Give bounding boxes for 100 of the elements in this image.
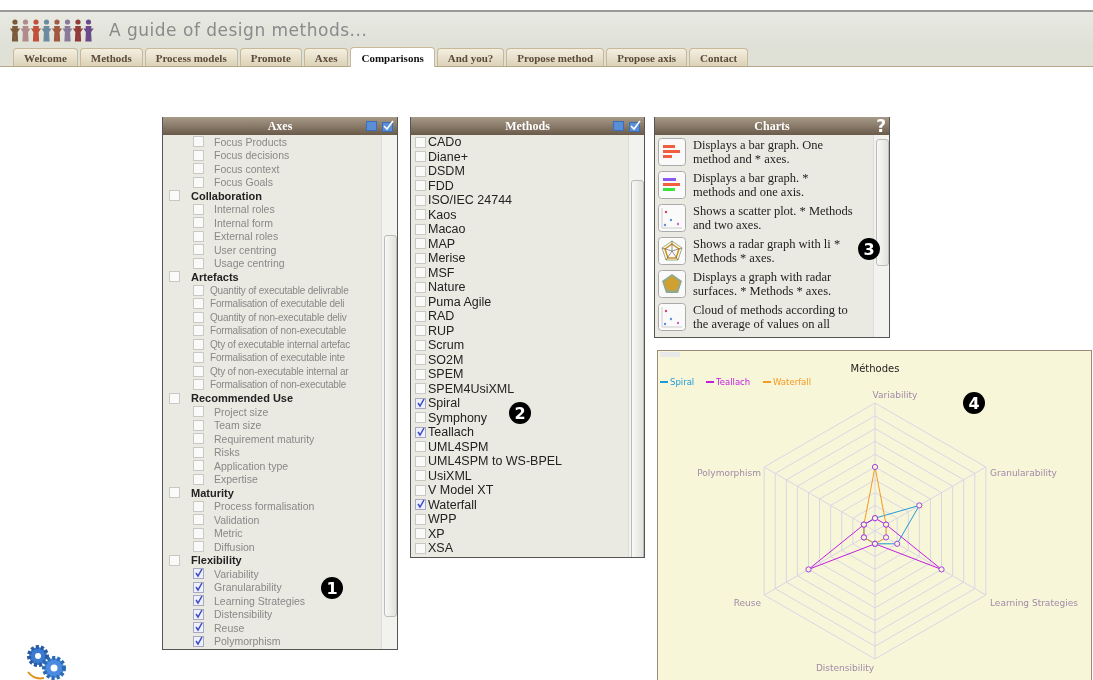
- checkbox[interactable]: [193, 136, 204, 148]
- checkbox[interactable]: [193, 338, 204, 350]
- nav-tab[interactable]: And you?: [436, 48, 505, 66]
- checkbox[interactable]: [415, 209, 426, 221]
- checkbox[interactable]: [193, 284, 204, 296]
- checkbox[interactable]: [415, 136, 426, 148]
- checkbox[interactable]: [193, 622, 204, 634]
- checkbox[interactable]: [193, 433, 204, 445]
- checkbox[interactable]: [415, 339, 426, 351]
- deselect-all-icon[interactable]: [366, 120, 377, 131]
- checkbox[interactable]: [193, 379, 204, 391]
- scrollbar[interactable]: [628, 135, 644, 557]
- checkbox[interactable]: [415, 528, 426, 540]
- checkbox[interactable]: [415, 368, 426, 380]
- checkbox[interactable]: [415, 238, 426, 250]
- scatter-chart-icon[interactable]: [658, 204, 686, 232]
- checkbox[interactable]: [415, 441, 426, 453]
- checkbox[interactable]: [169, 190, 180, 202]
- checkbox[interactable]: [193, 514, 204, 526]
- checkbox[interactable]: [193, 446, 204, 458]
- checkbox[interactable]: [193, 473, 204, 485]
- checkbox[interactable]: [415, 513, 426, 525]
- axis-label: Internal roles: [214, 203, 275, 216]
- axis-label: Qty of executable internal artefac: [210, 338, 350, 350]
- checkbox[interactable]: [415, 223, 426, 235]
- checkbox[interactable]: [193, 500, 204, 512]
- checkbox[interactable]: [193, 541, 204, 553]
- scatter-chart-icon[interactable]: [658, 303, 686, 331]
- checkbox[interactable]: [193, 635, 204, 647]
- checkbox[interactable]: [415, 397, 426, 409]
- checkbox[interactable]: [415, 383, 426, 395]
- axis-label: Variability: [214, 567, 259, 580]
- checkbox[interactable]: [415, 455, 426, 467]
- bar-chart-icon[interactable]: [658, 138, 686, 166]
- checkbox[interactable]: [193, 581, 204, 593]
- checkbox[interactable]: [193, 244, 204, 256]
- toggle-handle[interactable]: [660, 352, 680, 357]
- checkbox[interactable]: [415, 267, 426, 279]
- chart-description: Shows a scatter plot. * Methods and two axes.: [693, 204, 853, 232]
- checkbox[interactable]: [193, 257, 204, 269]
- checkbox[interactable]: [415, 325, 426, 337]
- nav-tab[interactable]: Welcome: [13, 48, 78, 66]
- checkbox[interactable]: [415, 412, 426, 424]
- checkbox[interactable]: [415, 354, 426, 366]
- checkbox[interactable]: [415, 470, 426, 482]
- checkbox[interactable]: [193, 568, 204, 580]
- nav-tab[interactable]: Propose axis: [606, 48, 687, 66]
- checkbox[interactable]: [415, 426, 426, 438]
- checkbox[interactable]: [415, 252, 426, 264]
- help-button[interactable]: ?: [876, 116, 886, 136]
- scrollbar[interactable]: [381, 135, 397, 649]
- checkbox[interactable]: [415, 310, 426, 322]
- select-all-icon[interactable]: [382, 120, 394, 132]
- checkbox[interactable]: [415, 194, 426, 206]
- checkbox[interactable]: [193, 298, 204, 310]
- checkbox[interactable]: [193, 608, 204, 620]
- checkbox[interactable]: [193, 176, 204, 188]
- checkbox[interactable]: [193, 325, 204, 337]
- checkbox[interactable]: [415, 180, 426, 192]
- checkbox[interactable]: [193, 527, 204, 539]
- checkbox[interactable]: [169, 554, 180, 566]
- checkbox[interactable]: [193, 595, 204, 607]
- radar-chart-icon[interactable]: [658, 270, 686, 298]
- checkbox[interactable]: [193, 203, 204, 215]
- checkbox[interactable]: [193, 419, 204, 431]
- checkbox[interactable]: [193, 352, 204, 364]
- checkbox[interactable]: [193, 311, 204, 323]
- nav-tab[interactable]: Process models: [144, 48, 238, 66]
- checkbox[interactable]: [415, 499, 426, 511]
- checkbox[interactable]: [415, 296, 426, 308]
- scrollbar[interactable]: [873, 135, 889, 337]
- nav-tab[interactable]: Promote: [239, 48, 302, 66]
- checkbox[interactable]: [193, 217, 204, 229]
- checkbox[interactable]: [169, 392, 180, 404]
- checkbox[interactable]: [193, 365, 204, 377]
- nav-tab[interactable]: Axes: [303, 48, 349, 66]
- axis-label: Reuse: [214, 621, 245, 634]
- checkbox[interactable]: [193, 406, 204, 418]
- checkbox[interactable]: [415, 151, 426, 163]
- checkbox[interactable]: [415, 165, 426, 177]
- select-all-icon[interactable]: [629, 120, 641, 132]
- checkbox[interactable]: [193, 163, 204, 175]
- method-label: V Model XT: [428, 483, 494, 498]
- checkbox[interactable]: [169, 487, 180, 499]
- checkbox[interactable]: [415, 281, 426, 293]
- checkbox[interactable]: [415, 542, 426, 554]
- deselect-all-icon[interactable]: [613, 120, 624, 131]
- checkbox[interactable]: [193, 149, 204, 161]
- radar-chart-icon[interactable]: [658, 237, 686, 265]
- checkbox[interactable]: [193, 460, 204, 472]
- method-label: Symphony: [428, 410, 488, 425]
- checkbox[interactable]: [169, 271, 180, 283]
- checkbox[interactable]: [193, 230, 204, 242]
- nav-tab[interactable]: Comparisons: [350, 47, 435, 67]
- checkbox[interactable]: [415, 484, 426, 496]
- nav-tab[interactable]: Methods: [79, 48, 143, 66]
- nav-tab[interactable]: Contact: [689, 48, 749, 66]
- bar-chart-icon[interactable]: [658, 171, 686, 199]
- number-badge: 3: [858, 238, 880, 260]
- nav-tab[interactable]: Propose method: [506, 48, 605, 66]
